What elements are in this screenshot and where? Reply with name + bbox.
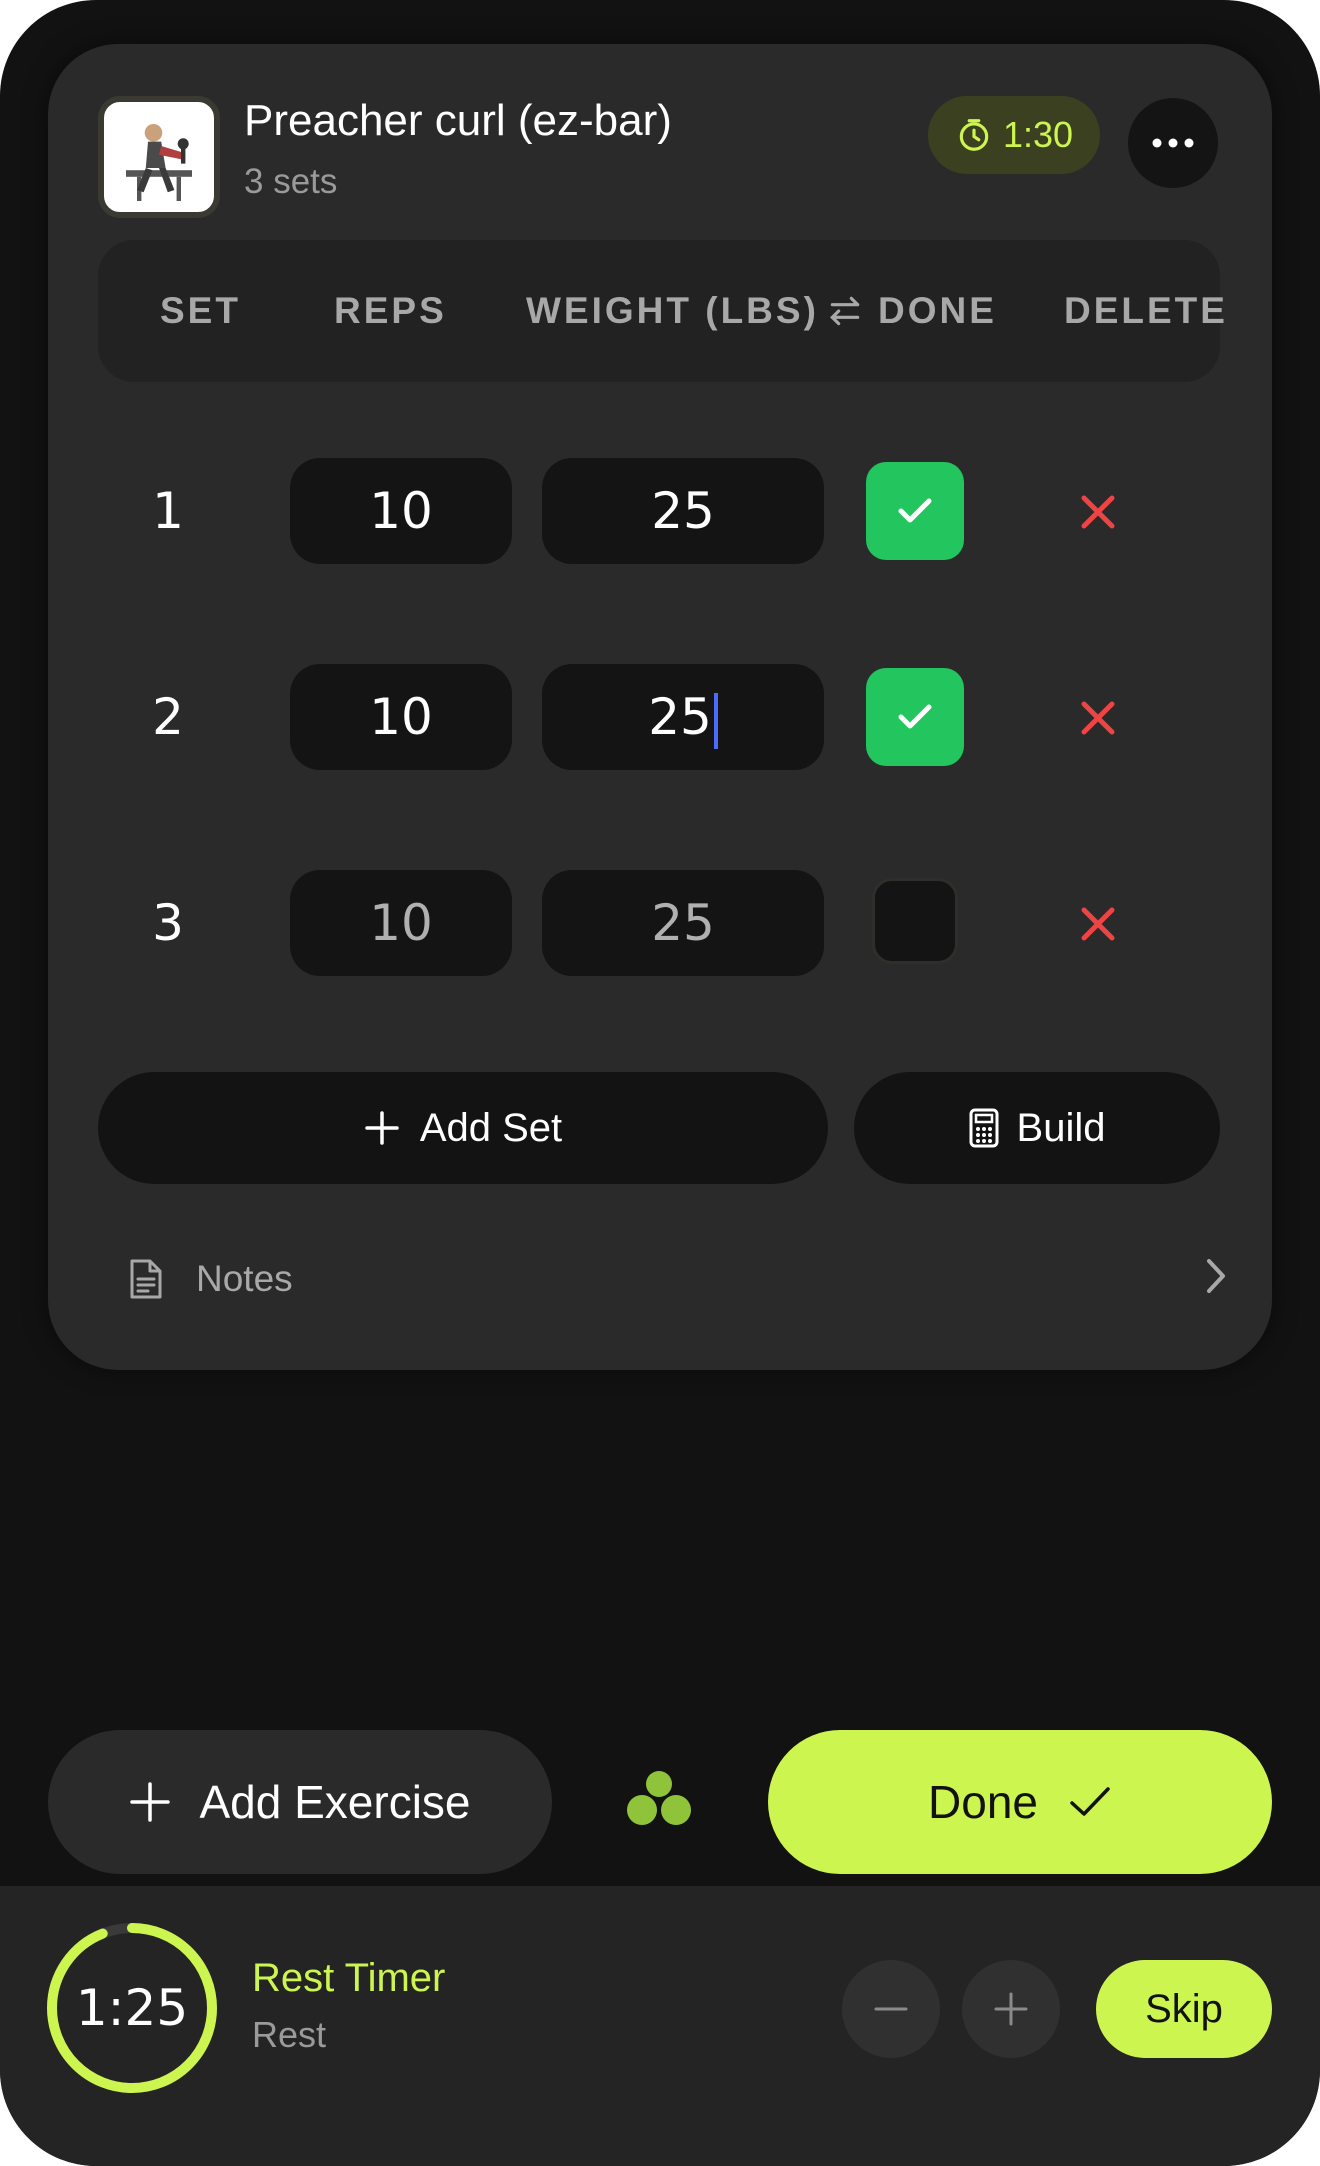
header-weight: WEIGHT (LBS) — [526, 290, 819, 331]
done-label: Done — [928, 1776, 1038, 1828]
sets-table-header: SET REPS WEIGHT (LBS) DONE DELETE — [98, 240, 1225, 382]
rest-countdown: 1:25 — [75, 1979, 189, 2037]
exercise-title: Preacher curl (ez-bar) — [244, 96, 672, 145]
chevron-right-icon — [1207, 1259, 1225, 1293]
rest-timer-subtitle: Rest — [252, 2014, 327, 2055]
increase-rest-button[interactable] — [962, 1960, 1060, 2058]
add-set-button[interactable]: Add Set — [98, 1072, 828, 1184]
header-delete: DELETE — [1064, 290, 1228, 331]
close-icon — [1081, 907, 1115, 941]
build-button[interactable]: Build — [854, 1072, 1220, 1184]
reps-input[interactable]: 10 — [290, 870, 512, 976]
rest-timer-title: Rest Timer — [252, 1956, 446, 2000]
swap-units-icon[interactable] — [826, 292, 864, 330]
exercise-set-count: 3 sets — [244, 162, 338, 201]
reps-input[interactable]: 10 — [290, 458, 512, 564]
checkmark-icon — [1070, 1787, 1110, 1816]
header-set: SET — [160, 290, 241, 331]
weight-input-focused[interactable]: 25 — [542, 664, 824, 770]
plus-icon — [365, 1111, 399, 1145]
add-exercise-button[interactable]: Add Exercise — [48, 1730, 552, 1874]
set-row: 2 10 25 — [48, 664, 1272, 770]
decrease-rest-button[interactable] — [842, 1960, 940, 2058]
exercise-illustration-icon — [126, 124, 192, 201]
add-set-label: Add Set — [419, 1105, 563, 1150]
text-cursor — [713, 692, 718, 749]
add-exercise-label: Add Exercise — [199, 1776, 471, 1828]
weight-input[interactable]: 25 — [542, 458, 824, 564]
notes-label: Notes — [196, 1258, 293, 1299]
build-label: Build — [1016, 1105, 1106, 1150]
set-number: 3 — [152, 894, 184, 952]
exercise-thumbnail[interactable] — [98, 96, 220, 218]
close-icon — [1081, 495, 1115, 529]
plus-icon — [130, 1782, 171, 1822]
header-reps: REPS — [334, 290, 447, 331]
plus-icon — [994, 1992, 1028, 2026]
done-checkbox[interactable] — [872, 878, 958, 964]
exercise-card: Preacher curl (ez-bar) 3 sets 1:30 SET R… — [48, 44, 1272, 1370]
close-icon — [1081, 701, 1115, 735]
set-row: 1 10 25 — [48, 458, 1272, 564]
notes-row[interactable]: Notes — [128, 1244, 1228, 1314]
phone-screen: Preacher curl (ez-bar) 3 sets 1:30 SET R… — [0, 0, 1320, 2166]
weight-input-value: 25 — [648, 688, 712, 746]
rest-time-label: 1:30 — [1002, 114, 1074, 155]
set-row: 3 10 25 — [48, 870, 1272, 976]
checkmark-icon — [898, 498, 932, 523]
skip-rest-button[interactable]: Skip — [1096, 1960, 1272, 2058]
delete-set-button[interactable] — [1068, 894, 1128, 954]
rest-time-button[interactable]: 1:30 — [928, 96, 1100, 174]
delete-set-button[interactable] — [1068, 688, 1128, 748]
done-checkbox[interactable] — [866, 668, 964, 766]
minus-icon — [874, 2007, 908, 2011]
calculator-icon — [969, 1108, 999, 1148]
done-checkbox[interactable] — [866, 462, 964, 560]
rest-timer-bar: 1:25 Rest Timer Rest Skip — [0, 1886, 1320, 2166]
set-number: 1 — [152, 482, 184, 540]
done-workout-button[interactable]: Done — [768, 1730, 1272, 1874]
weight-input[interactable]: 25 — [542, 870, 824, 976]
checkmark-icon — [898, 704, 932, 729]
delete-set-button[interactable] — [1068, 482, 1128, 542]
more-options-button[interactable] — [1128, 98, 1218, 188]
app-logo-icon — [627, 1771, 691, 1825]
document-icon — [130, 1259, 162, 1299]
timer-icon — [959, 119, 989, 151]
header-done: DONE — [878, 290, 997, 331]
set-number: 2 — [152, 688, 184, 746]
reps-input[interactable]: 10 — [290, 664, 512, 770]
ellipsis-icon — [1152, 138, 1194, 148]
